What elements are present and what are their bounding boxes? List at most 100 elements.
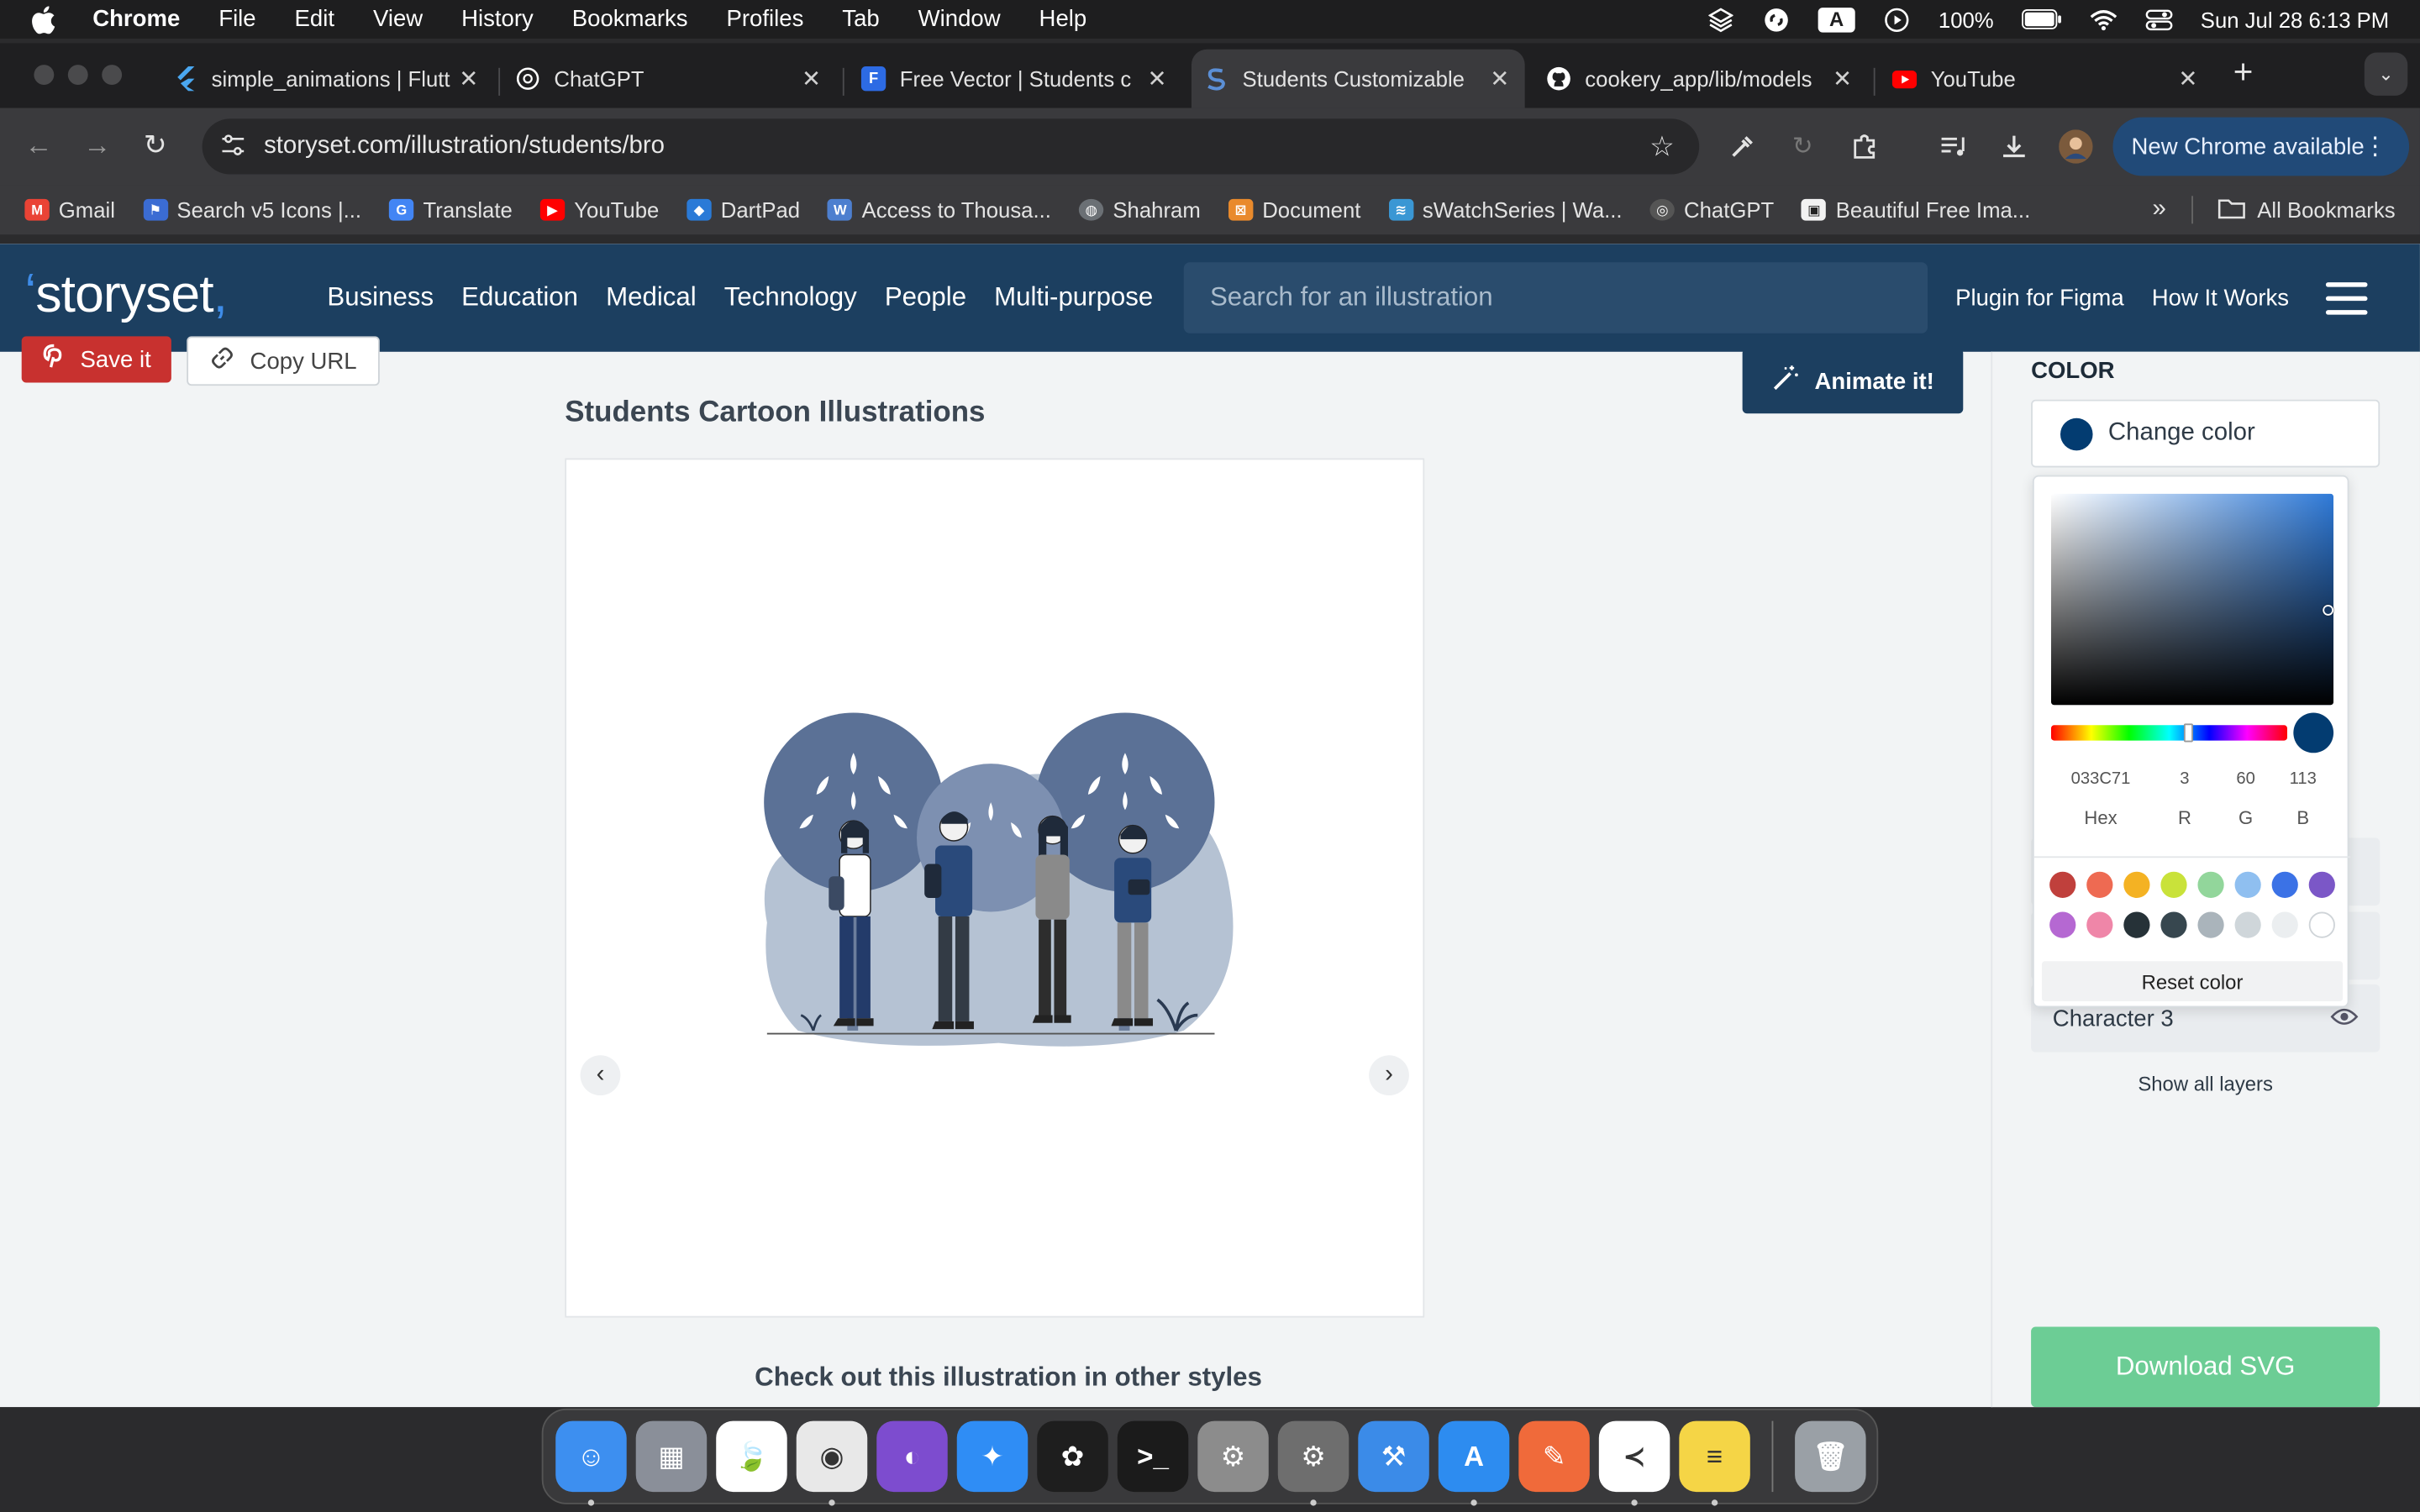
menu-app-name[interactable]: Chrome (92, 6, 180, 32)
play-status-icon[interactable] (1883, 7, 1911, 32)
palette-swatch[interactable] (2160, 871, 2187, 898)
apple-icon[interactable] (31, 5, 65, 34)
pen-app-icon[interactable]: ✎ (1518, 1420, 1590, 1493)
xcode-icon[interactable]: ⚒ (1358, 1420, 1429, 1493)
extensions-icon[interactable] (1848, 129, 1881, 163)
back-icon[interactable]: ← (24, 129, 52, 162)
app-store-icon[interactable]: A (1438, 1420, 1510, 1506)
storyset-logo[interactable]: ʻstoryset, (24, 265, 228, 326)
battery-icon[interactable] (2021, 7, 2062, 31)
g-value[interactable]: 60 (2219, 770, 2273, 789)
nav-multi-purpose[interactable]: Multi-purpose (994, 282, 1153, 313)
nav-education[interactable]: Education (461, 282, 578, 313)
tab-youtube[interactable]: YouTube ✕ (1880, 50, 2213, 108)
animate-it-button[interactable]: Animate it! (1742, 349, 1964, 414)
palette-swatch[interactable] (2308, 871, 2335, 898)
bookmark-star-icon[interactable]: ☆ (1649, 130, 1675, 163)
tab-freepik[interactable]: F Free Vector | Students c ✕ (849, 50, 1182, 108)
reload-icon[interactable]: ↻ (144, 129, 167, 162)
hue-slider[interactable] (2050, 723, 2287, 743)
palette-swatch[interactable] (2123, 871, 2150, 898)
layers-status-icon[interactable] (1707, 7, 1734, 32)
forward-icon[interactable]: → (83, 129, 111, 162)
download-icon[interactable] (1997, 129, 2031, 163)
palette-swatch[interactable] (2234, 911, 2261, 938)
g-field[interactable]: 60 G (2219, 770, 2273, 829)
palette-swatch[interactable] (2197, 871, 2224, 898)
menu-view[interactable]: View (373, 6, 423, 32)
hex-field[interactable]: 033C71 Hex (2051, 770, 2150, 829)
zoom-window-button[interactable] (102, 65, 123, 86)
saturation-value-area[interactable] (2050, 493, 2334, 706)
close-tab-icon[interactable]: ✕ (1147, 65, 1166, 92)
menu-history[interactable]: History (461, 6, 534, 32)
control-center-icon[interactable] (2145, 7, 2173, 31)
bookmark-fontawesome[interactable]: ⚑ Search v5 Icons |... (143, 197, 361, 222)
bookmark-shahram[interactable]: ◍ Shahram (1078, 197, 1201, 222)
copy-url-button[interactable]: Copy URL (187, 336, 380, 386)
palette-swatch[interactable] (2308, 911, 2335, 938)
show-all-layers-link[interactable]: Show all layers (2031, 1073, 2380, 1096)
menu-file[interactable]: File (218, 6, 255, 32)
palette-swatch[interactable] (2049, 871, 2076, 898)
terminal-icon[interactable]: >_ (1117, 1420, 1189, 1493)
launchpad-icon[interactable]: ▦ (635, 1420, 708, 1493)
new-tab-button[interactable]: + (2233, 52, 2254, 92)
clock[interactable]: Sun Jul 28 6:13 PM (2201, 7, 2389, 31)
vscode-icon[interactable]: ≺ (1598, 1420, 1670, 1506)
how-it-works-link[interactable]: How It Works (2152, 285, 2289, 311)
close-tab-icon[interactable]: ✕ (802, 65, 821, 92)
download-svg-button[interactable]: Download SVG (2031, 1326, 2381, 1408)
close-tab-icon[interactable]: ✕ (2178, 65, 2197, 92)
settings-icon[interactable]: ⚙ (1277, 1420, 1349, 1506)
nav-people[interactable]: People (885, 282, 966, 313)
bookmark-access[interactable]: W Access to Thousa... (828, 197, 1051, 222)
eye-icon[interactable] (2330, 1005, 2359, 1032)
palette-swatch[interactable] (2160, 911, 2187, 938)
close-window-button[interactable] (34, 65, 55, 86)
palette-swatch[interactable] (2234, 871, 2261, 898)
nav-medical[interactable]: Medical (606, 282, 697, 313)
tab-github[interactable]: cookery_app/lib/models ✕ (1534, 50, 1868, 108)
new-chrome-available-button[interactable]: New Chrome available ⋮ (2112, 117, 2410, 176)
menu-edit[interactable]: Edit (295, 6, 334, 32)
bookmark-gmail[interactable]: M Gmail (24, 197, 115, 222)
previous-arrow-button[interactable]: ‹ (580, 1055, 621, 1096)
b-field[interactable]: 113 B (2272, 770, 2333, 829)
b-value[interactable]: 113 (2272, 770, 2333, 789)
bookmark-document[interactable]: ⊠ Document (1228, 197, 1360, 222)
profile-avatar-icon[interactable] (2059, 129, 2093, 164)
all-bookmarks-folder[interactable]: All Bookmarks (2217, 197, 2396, 223)
hex-value[interactable]: 033C71 (2051, 770, 2150, 789)
wifi-icon[interactable] (2090, 7, 2118, 31)
palette-swatch[interactable] (2197, 911, 2224, 938)
plugin-for-figma-link[interactable]: Plugin for Figma (1955, 285, 2124, 311)
bookmark-swatchseries[interactable]: ≋ sWatchSeries | Wa... (1388, 197, 1623, 222)
safari-icon[interactable]: ✦ (956, 1420, 1028, 1493)
bookmark-unsplash[interactable]: ▣ Beautiful Free Ima... (1802, 197, 2030, 222)
illustration-search-input[interactable]: Search for an illustration (1183, 262, 1928, 333)
menu-window[interactable]: Window (918, 6, 1001, 32)
site-info-icon[interactable] (221, 134, 249, 160)
sv-cursor[interactable] (2323, 604, 2334, 616)
bookmark-chatgpt[interactable]: ◎ ChatGPT (1649, 197, 1774, 222)
tab-simple-animations[interactable]: simple_animations | Flutt ✕ (160, 50, 494, 108)
figma-icon[interactable]: ✿ (1037, 1420, 1108, 1493)
reset-color-button[interactable]: Reset color (2041, 961, 2344, 1002)
menu-profiles[interactable]: Profiles (726, 6, 803, 32)
tab-search-button[interactable]: ⌄ (2364, 52, 2408, 96)
minimize-window-button[interactable] (67, 65, 88, 86)
palette-swatch[interactable] (2086, 911, 2113, 938)
palette-swatch[interactable] (2123, 911, 2150, 938)
media-controls-icon[interactable] (1937, 129, 1970, 163)
trash-icon[interactable]: 🗑 (1795, 1420, 1866, 1493)
nav-business[interactable]: Business (327, 282, 434, 313)
shazam-status-icon[interactable] (1763, 7, 1791, 31)
close-tab-icon[interactable]: ✕ (1833, 65, 1852, 92)
notes-icon[interactable]: ≡ (1679, 1420, 1750, 1506)
github-desktop-icon[interactable]: ◐ (876, 1420, 948, 1493)
nav-technology[interactable]: Technology (724, 282, 857, 313)
more-bookmarks-icon[interactable]: » (2153, 196, 2166, 223)
menu-bookmarks[interactable]: Bookmarks (572, 6, 688, 32)
pinterest-save-button[interactable]: Save it (21, 336, 171, 383)
